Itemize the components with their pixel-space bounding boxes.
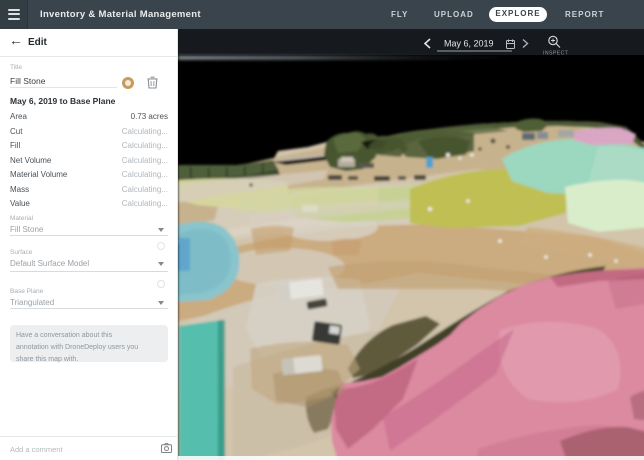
svg-text:May 6, 2019: May 6, 2019 [444, 39, 494, 49]
svg-text:INSPECT: INSPECT [543, 51, 569, 57]
